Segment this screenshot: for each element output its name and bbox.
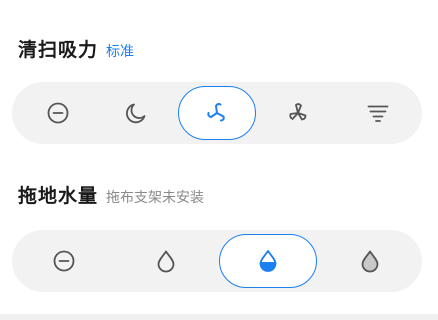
low-water-drop-icon [157, 250, 175, 273]
suction-current-value: 标准 [106, 44, 135, 60]
vacuum-settings-panel: 清扫吸力 标准 拖地水量 拖布支架未安装 [0, 0, 438, 320]
high-water-drop-icon [361, 250, 379, 273]
suction-option-off[interactable] [20, 86, 96, 140]
suction-option-max[interactable] [340, 86, 416, 140]
water-option-off[interactable] [20, 234, 108, 288]
quiet-moon-icon [126, 103, 146, 124]
off-icon [47, 102, 69, 124]
bottom-divider [0, 314, 438, 320]
suction-title: 清扫吸力 [18, 39, 99, 61]
water-title: 拖地水量 [18, 185, 99, 207]
suction-option-standard[interactable] [178, 86, 256, 140]
water-option-medium[interactable] [219, 234, 317, 288]
water-section-header: 拖地水量 拖布支架未安装 [18, 181, 204, 208]
medium-water-drop-icon [259, 250, 277, 272]
water-option-high[interactable] [326, 234, 414, 288]
water-option-low[interactable] [122, 234, 210, 288]
suction-option-strong[interactable] [260, 86, 336, 140]
strong-fan-icon [289, 103, 307, 121]
water-selector [12, 230, 422, 292]
suction-section-header: 清扫吸力 标准 [18, 35, 134, 62]
max-tornado-icon [367, 105, 389, 122]
off-icon [53, 250, 75, 272]
suction-option-quiet[interactable] [98, 86, 174, 140]
suction-selector [12, 82, 422, 144]
mop-status-text: 拖布支架未安装 [106, 190, 205, 206]
standard-fan-icon [207, 103, 225, 122]
